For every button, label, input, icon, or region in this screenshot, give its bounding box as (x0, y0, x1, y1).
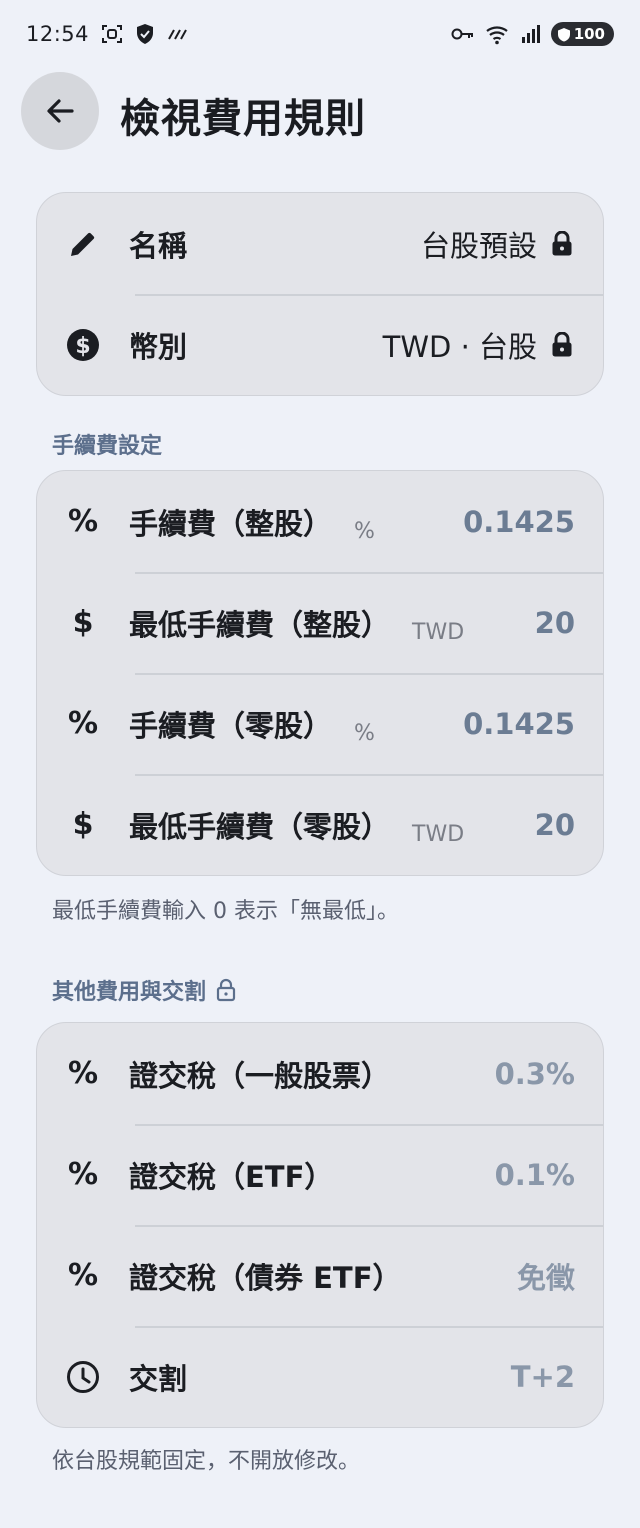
other-row: % 證交稅（一般股票） 0.3% (37, 1023, 603, 1124)
fee-settings-card: % 手續費（整股）% 0.1425 $ 最低手續費（整股） TWD 20 % 手續… (36, 470, 604, 876)
fee-label-text: 手續費（零股） (129, 708, 333, 743)
dollar-icon: $ (72, 807, 94, 842)
percent-icon: % (67, 1056, 99, 1091)
fee-unit: TWD (412, 821, 465, 847)
other-value: 0.1% (494, 1157, 575, 1192)
lock-outline-icon (216, 978, 236, 1002)
fee-row[interactable]: $ 最低手續費（零股） TWD 20 (37, 774, 603, 875)
fee-label-text: 手續費（整股） (129, 506, 333, 541)
cellular-icon (521, 24, 541, 44)
fee-label: 最低手續費（零股） TWD (129, 804, 465, 847)
percent-icon: % (67, 504, 99, 539)
fee-label: 手續費（整股）% (129, 501, 375, 544)
signal-strength-icon (167, 27, 189, 41)
status-time: 12:54 (26, 22, 90, 46)
dollar-icon: $ (72, 605, 94, 640)
other-value: 免徵 (516, 1260, 575, 1295)
back-button[interactable] (21, 72, 99, 150)
currency-row: $ 幣別 TWD · 台股 (37, 294, 603, 395)
name-label: 名稱 (129, 228, 188, 263)
fee-row[interactable]: $ 最低手續費（整股） TWD 20 (37, 572, 603, 673)
basic-info-card: 名稱 台股預設 $ 幣別 TWD · 台股 (36, 192, 604, 396)
fee-unit: % (354, 518, 375, 544)
currency-label: 幣別 (129, 329, 188, 364)
arrow-left-icon (47, 99, 74, 123)
fee-label: 最低手續費（整股） TWD (129, 602, 465, 645)
fee-value: 0.1425 (463, 706, 575, 741)
percent-icon: % (67, 1157, 99, 1192)
fee-section-title: 手續費設定 (52, 428, 162, 460)
page-title: 檢視費用規則 (120, 96, 366, 142)
currency-value-text: TWD · 台股 (382, 329, 537, 364)
percent-icon: % (67, 706, 99, 741)
fee-label-text: 最低手續費（零股） (129, 809, 391, 844)
name-row: 名稱 台股預設 (37, 193, 603, 294)
svg-text:$: $ (75, 334, 90, 359)
other-label: 證交稅（一般股票） (129, 1058, 391, 1093)
screenshot-icon (101, 23, 123, 45)
fee-section-title-text: 手續費設定 (52, 434, 163, 459)
lock-icon (552, 331, 572, 356)
other-row: % 證交稅（債券 ETF） 免徵 (37, 1225, 603, 1326)
other-label: 證交稅（ETF） (129, 1159, 334, 1194)
fee-note: 最低手續費輸入 0 表示「無最低」。 (52, 899, 399, 924)
name-value-text: 台股預設 (420, 228, 537, 263)
fee-label-text: 最低手續費（整股） (129, 607, 391, 642)
shield-icon (135, 23, 155, 45)
fee-label: 手續費（零股）% (129, 703, 375, 746)
other-section-title: 其他費用與交割 (52, 974, 236, 1006)
other-value: T+2 (510, 1359, 575, 1394)
status-bar: 12:54 100 (0, 0, 640, 68)
fee-row[interactable]: % 手續費（零股）% 0.1425 (37, 673, 603, 774)
name-value: 台股預設 (421, 223, 573, 265)
wifi-icon (485, 23, 511, 45)
other-section-title-text: 其他費用與交割 (52, 980, 207, 1005)
pencil-icon (65, 226, 101, 262)
fee-unit: TWD (412, 619, 465, 645)
other-row: % 證交稅（ETF） 0.1% (37, 1124, 603, 1225)
clock-icon (65, 1359, 101, 1395)
other-label: 交割 (129, 1361, 188, 1396)
key-icon (451, 27, 475, 41)
currency-value: TWD · 台股 (383, 324, 573, 366)
battery-level: 100 (573, 25, 605, 43)
other-label: 證交稅（債券 ETF） (129, 1260, 402, 1295)
dollar-circle-icon: $ (65, 327, 101, 363)
lock-icon (552, 230, 572, 255)
fee-value: 0.1425 (463, 504, 575, 539)
other-value: 0.3% (494, 1056, 575, 1091)
percent-icon: % (67, 1258, 99, 1293)
fee-unit: % (354, 720, 375, 746)
fee-value: 20 (534, 605, 575, 640)
fee-value: 20 (534, 807, 575, 842)
status-right: 100 (451, 22, 614, 46)
battery-icon: 100 (550, 22, 614, 46)
other-row: 交割 T+2 (37, 1326, 603, 1427)
other-note: 依台股規範固定，不開放修改。 (52, 1449, 361, 1474)
fee-row[interactable]: % 手續費（整股）% 0.1425 (37, 471, 603, 572)
other-fees-card: % 證交稅（一般股票） 0.3% % 證交稅（ETF） 0.1% % 證交稅（債… (36, 1022, 604, 1428)
status-left: 12:54 (26, 22, 189, 46)
app-bar: 檢視費用規則 (0, 70, 640, 152)
